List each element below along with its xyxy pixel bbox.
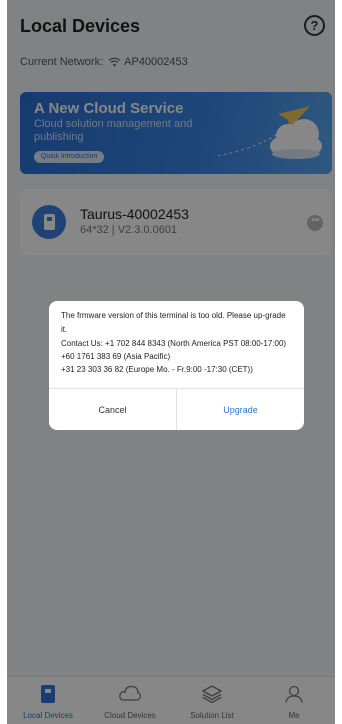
cancel-button[interactable]: Cancel [49, 389, 177, 430]
contact-line: Contact Us: +1 702 844 8343 (North Ameri… [61, 339, 287, 348]
upgrade-button[interactable]: Upgrade [177, 389, 304, 430]
dialog-message: The frmware version of this terminal is … [61, 311, 286, 334]
firmware-upgrade-dialog: The frmware version of this terminal is … [49, 301, 304, 430]
contact-line: +60 1761 383 69 (Asia Pacific) [61, 352, 171, 361]
dialog-message-block: The frmware version of this terminal is … [49, 301, 304, 376]
dialog-actions: Cancel Upgrade [49, 388, 304, 430]
contact-line: +31 23 303 36 82 (Europe Mo. - Fr.9:00 -… [61, 365, 253, 374]
